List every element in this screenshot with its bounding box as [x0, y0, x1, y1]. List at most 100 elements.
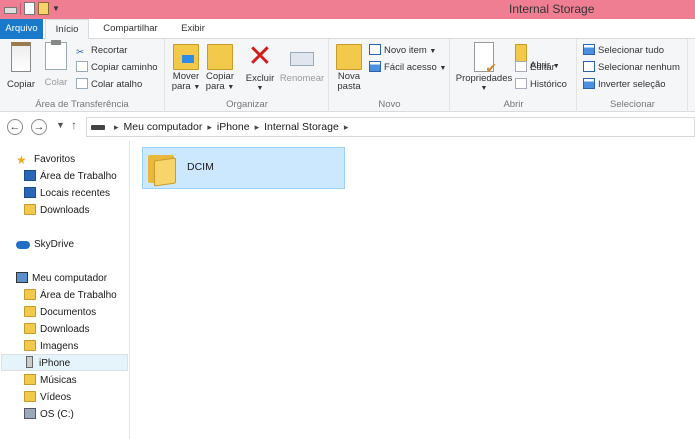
back-arrow-icon[interactable]: ←: [7, 119, 23, 135]
nav-pc-documents-label: Documentos: [40, 307, 97, 318]
nav-fav-recent[interactable]: Locais recentes: [24, 185, 110, 202]
select-all-icon: [583, 44, 595, 55]
tab-exibir[interactable]: Exibir: [172, 19, 214, 39]
move-to-label-2: para: [171, 81, 191, 92]
new-folder-icon: [336, 44, 362, 70]
history-button[interactable]: Histórico: [515, 76, 567, 93]
device-icon: [91, 124, 105, 130]
chevron-down-icon: ▼: [256, 85, 264, 92]
new-item-label: Novo item: [384, 45, 427, 56]
tab-arquivo[interactable]: Arquivo: [0, 19, 43, 39]
music-folder-icon: [24, 374, 36, 385]
forward-arrow-icon[interactable]: →: [31, 119, 47, 135]
nav-skydrive[interactable]: SkyDrive: [16, 236, 74, 253]
nav-favorites[interactable]: ★ Favoritos: [16, 151, 75, 168]
properties-button[interactable]: Propriedades ▼: [454, 42, 514, 94]
select-none-icon: [583, 61, 595, 72]
breadcrumb-internal-storage[interactable]: Internal Storage: [264, 121, 339, 133]
breadcrumb-chevron-icon[interactable]: ▸: [344, 122, 349, 133]
nav-pc-drive-c-label: OS (C:): [40, 409, 74, 420]
nav-pc-music[interactable]: Músicas: [24, 372, 77, 389]
new-item-button[interactable]: Novo item ▼: [369, 42, 436, 59]
copy-button[interactable]: Copiar: [4, 42, 38, 90]
edit-button[interactable]: Editar: [515, 59, 555, 76]
edit-icon: [515, 61, 527, 72]
chevron-down-icon: ▼: [193, 84, 201, 91]
properties-check-icon: [474, 42, 497, 73]
cloud-icon: [16, 241, 30, 249]
qat-separator: [20, 2, 21, 15]
invert-selection-label: Inverter seleção: [598, 79, 666, 90]
nav-pc-videos[interactable]: Vídeos: [24, 389, 71, 406]
select-none-button[interactable]: Selecionar nenhum: [583, 59, 680, 76]
nav-pc-iphone-label: iPhone: [39, 358, 71, 369]
copy-to-button[interactable]: Copiar para ▼: [204, 42, 236, 93]
ribbon-tabs: Arquivo Início Compartilhar Exibir: [0, 19, 695, 40]
nav-pc-downloads-label: Downloads: [40, 324, 90, 335]
nav-pc-music-label: Músicas: [40, 375, 77, 386]
copy-path-button[interactable]: Copiar caminho: [76, 59, 158, 76]
delete-x-icon: ✕: [247, 40, 273, 73]
delete-button[interactable]: ✕ Excluir ▼: [243, 42, 277, 94]
customize-dropdown-icon[interactable]: ▼: [52, 4, 60, 13]
nav-pc-iphone[interactable]: iPhone: [1, 354, 128, 371]
cut-button[interactable]: ✂ Recortar: [76, 42, 127, 59]
paste-shortcut-button[interactable]: Colar atalho: [76, 76, 142, 93]
select-all-button[interactable]: Selecionar tudo: [583, 42, 664, 59]
new-folder-button[interactable]: Nova pasta: [334, 42, 364, 92]
paste-shortcut-label: Colar atalho: [91, 79, 143, 90]
desktop-icon: [24, 170, 36, 181]
nav-pc-desktop[interactable]: Área de Trabalho: [24, 287, 117, 304]
drive-icon[interactable]: [4, 6, 17, 14]
copy-to-label-2: para: [205, 81, 225, 92]
breadcrumb-chevron-icon[interactable]: ▸: [207, 122, 212, 133]
recent-places-icon: [24, 187, 36, 198]
nav-pc-images[interactable]: Imagens: [24, 338, 78, 355]
properties-doc-icon[interactable]: [24, 2, 35, 15]
title-bar: ▼ Internal Storage: [0, 0, 695, 19]
paste-button[interactable]: Colar: [40, 40, 72, 88]
breadcrumb: ▸ Meu computador ▸ iPhone ▸ Internal Sto…: [91, 121, 353, 133]
tab-inicio[interactable]: Início: [45, 19, 89, 40]
downloads-folder-icon: [24, 204, 36, 215]
recent-locations-chevron-icon[interactable]: ▼: [56, 120, 65, 130]
copy-path-label: Copiar caminho: [91, 62, 158, 73]
paste-label: Colar: [44, 77, 68, 88]
breadcrumb-chevron-icon[interactable]: ▸: [255, 122, 260, 133]
folder-tile-dcim[interactable]: DCIM: [142, 147, 345, 189]
new-group: Nova pasta Novo item ▼ Fácil acesso ▼ No…: [330, 39, 450, 112]
paste-shortcut-icon: [76, 78, 88, 89]
easy-access-label: Fácil acesso: [384, 62, 437, 73]
nav-favorites-label: Favoritos: [34, 154, 76, 165]
rename-button[interactable]: Renomear: [278, 42, 326, 84]
nav-pc-images-label: Imagens: [40, 341, 79, 352]
open-button[interactable]: Abrir ▼: [515, 42, 560, 71]
address-bar-row: ← → ▼ ↑ ▸ Meu computador ▸ iPhone ▸ Inte…: [0, 113, 695, 141]
nav-pc-downloads[interactable]: Downloads: [24, 321, 89, 338]
delete-label: Excluir: [245, 73, 275, 84]
tab-compartilhar[interactable]: Compartilhar: [92, 19, 169, 39]
new-group-label: Novo: [378, 99, 401, 110]
nav-fav-downloads[interactable]: Downloads: [24, 202, 89, 219]
move-to-button[interactable]: Mover para ▼: [170, 42, 202, 93]
scissors-icon: ✂: [76, 47, 84, 58]
address-field[interactable]: ▸ Meu computador ▸ iPhone ▸ Internal Sto…: [86, 117, 695, 137]
copy-to-icon: [207, 44, 233, 70]
nav-pc-drive-c[interactable]: OS (C:): [24, 406, 74, 423]
open-group-label: Abrir: [503, 99, 524, 110]
nav-computer[interactable]: Meu computador: [16, 270, 107, 287]
chevron-down-icon: ▼: [439, 65, 447, 72]
copy-path-icon: [76, 61, 88, 72]
chevron-down-icon: ▼: [480, 85, 488, 92]
breadcrumb-chevron-icon[interactable]: ▸: [114, 122, 119, 133]
easy-access-button[interactable]: Fácil acesso ▼: [369, 59, 446, 76]
up-arrow-icon[interactable]: ↑: [71, 118, 77, 132]
breadcrumb-computer[interactable]: Meu computador: [124, 121, 203, 133]
breadcrumb-iphone[interactable]: iPhone: [217, 121, 250, 133]
invert-selection-button[interactable]: Inverter seleção: [583, 76, 666, 93]
copy-icon: [11, 42, 31, 72]
new-folder-icon[interactable]: [38, 2, 49, 15]
folder-icon: [24, 306, 36, 317]
nav-fav-desktop[interactable]: Área de Trabalho: [24, 168, 117, 185]
nav-pc-documents[interactable]: Documentos: [24, 304, 96, 321]
